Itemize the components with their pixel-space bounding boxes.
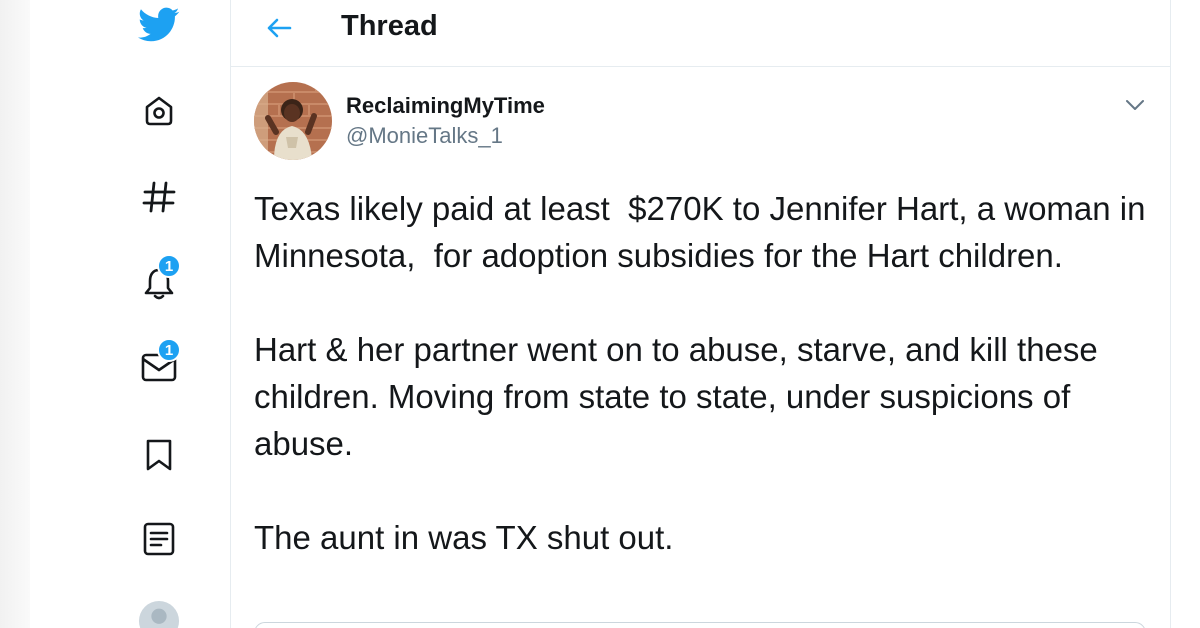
- message-count-badge: 1: [157, 338, 181, 362]
- home-icon[interactable]: [138, 90, 180, 132]
- user-handle[interactable]: @MonieTalks_1: [346, 123, 503, 149]
- tweet-paragraph: Texas likely paid at least $270K to Jenn…: [254, 190, 1155, 274]
- column-divider: [1170, 0, 1171, 628]
- tweet: ReclaimingMyTime @MonieTalks_1 Texas lik…: [231, 67, 1170, 628]
- sidebar-nav: 1 1: [30, 0, 230, 628]
- page: 1 1 Thread ReclaimingMyTime @MonieTalks_…: [0, 0, 1200, 628]
- twitter-logo-icon[interactable]: [138, 4, 180, 46]
- tweet-paragraph: Hart & her partner went on to abuse, sta…: [254, 331, 1107, 462]
- back-button[interactable]: [259, 8, 299, 48]
- notification-count-badge: 1: [157, 254, 181, 278]
- tweet-paragraph: The aunt in was TX shut out.: [254, 519, 674, 556]
- tweet-menu-button[interactable]: [1119, 89, 1151, 121]
- thread-header: Thread: [231, 0, 1170, 67]
- bookmark-icon[interactable]: [138, 434, 180, 476]
- explore-hashtag-icon[interactable]: [138, 176, 180, 218]
- embedded-card[interactable]: [254, 622, 1146, 628]
- page-title: Thread: [341, 10, 438, 42]
- profile-avatar-icon[interactable]: [138, 600, 180, 628]
- chevron-down-icon: [1126, 100, 1144, 110]
- window-gutter: [0, 0, 30, 628]
- display-name[interactable]: ReclaimingMyTime: [346, 93, 545, 119]
- user-avatar[interactable]: [254, 82, 332, 160]
- messages-envelope-icon[interactable]: 1: [138, 338, 181, 388]
- lists-icon[interactable]: [138, 518, 180, 560]
- tweet-body: Texas likely paid at least $270K to Jenn…: [254, 185, 1154, 608]
- notifications-bell-icon[interactable]: 1: [138, 254, 181, 304]
- back-arrow-icon: [267, 18, 292, 38]
